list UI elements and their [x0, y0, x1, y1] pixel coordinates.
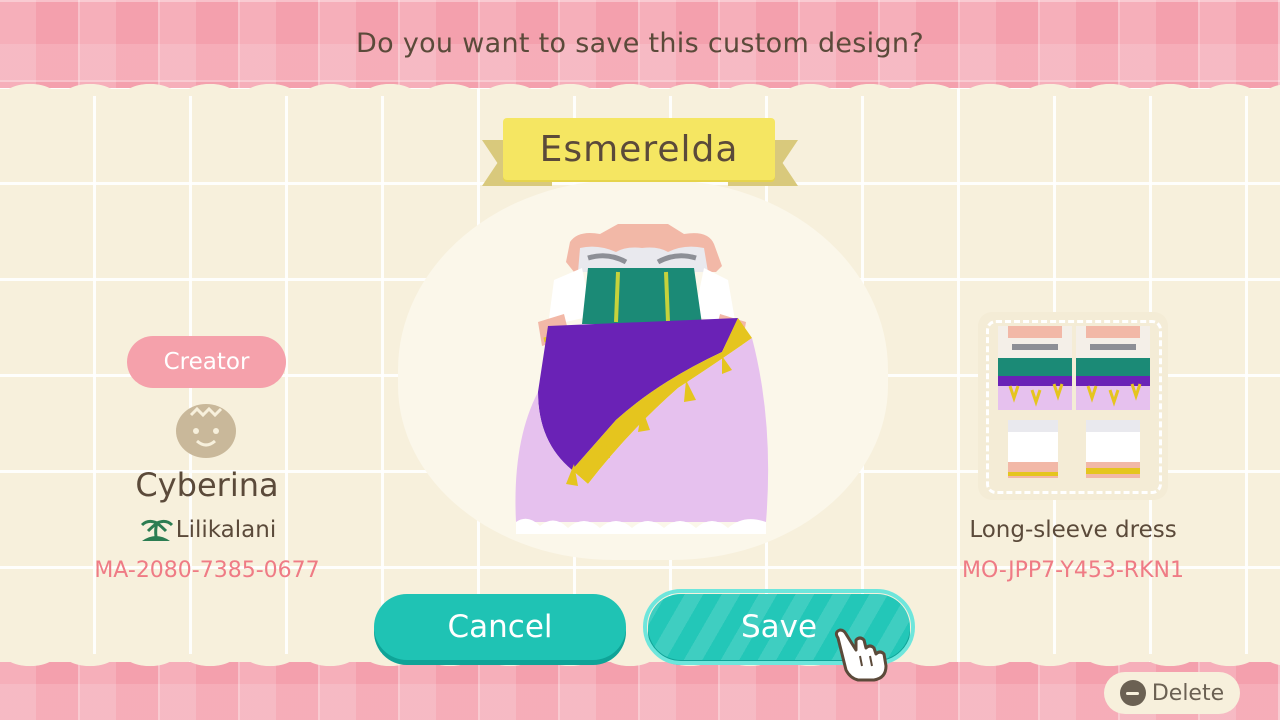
island-name: Lilikalani: [175, 517, 277, 543]
minus-button-icon: [1119, 680, 1146, 706]
creator-label: Creator: [127, 336, 286, 388]
creator-name: Cyberina: [135, 466, 279, 504]
palm-tree-icon: [140, 519, 173, 541]
villager-face-icon: [176, 404, 236, 458]
delete-button[interactable]: Delete: [1104, 672, 1240, 714]
design-title: Esmerelda: [503, 118, 775, 180]
dialog-prompt: Do you want to save this custom design?: [356, 28, 924, 59]
cancel-button[interactable]: Cancel: [374, 594, 626, 660]
design-code: MO-JPP7-Y453-RKN1: [962, 558, 1184, 583]
item-type: Long-sleeve dress: [969, 517, 1177, 543]
dress-preview: [515, 224, 769, 534]
creator-code: MA-2080-7385-0677: [94, 558, 320, 583]
creator-island: Lilikalani: [100, 517, 314, 543]
pointer-hand-icon: [834, 628, 888, 682]
delete-label: Delete: [1151, 680, 1225, 706]
pattern-layout: [998, 326, 1150, 478]
pattern-thumbnail: [978, 312, 1168, 500]
